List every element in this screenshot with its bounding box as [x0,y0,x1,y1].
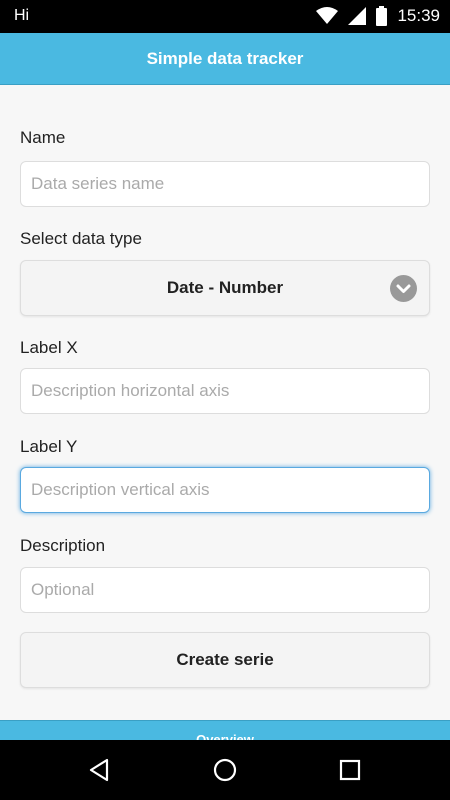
label-y-input[interactable] [20,467,430,513]
tab-overview[interactable]: Overview [0,720,450,740]
tab-overview-label: Overview [196,732,254,740]
data-type-selected-value: Date - Number [166,278,284,297]
label-y-label: Label Y [20,437,78,456]
description-input[interactable] [20,567,430,613]
battery-icon [376,6,388,26]
status-bar: Hi 15:39 [0,0,450,33]
create-series-form: Name Select data type Date - Number Labe… [0,86,450,720]
home-icon[interactable] [210,755,240,785]
status-carrier: Hi [14,7,30,24]
create-series-button[interactable]: Create serie [20,632,430,688]
page-title: Simple data tracker [146,48,304,68]
label-x-input[interactable] [20,368,430,414]
back-icon[interactable] [85,755,115,785]
signal-icon [348,7,367,25]
name-label: Name [20,128,66,147]
navigation-bar [0,740,450,800]
status-time: 15:39 [397,6,440,25]
data-type-select[interactable]: Date - Number [20,260,430,316]
recents-icon[interactable] [335,755,365,785]
name-input[interactable] [20,161,430,207]
status-icons: 15:39 [316,5,440,27]
app-header: Simple data tracker [0,33,450,85]
data-type-label: Select data type [20,229,142,248]
chevron-down-icon [390,275,417,302]
label-x-label: Label X [20,338,78,357]
description-label: Description [20,536,106,555]
wifi-icon [316,7,339,24]
create-series-button-label: Create serie [176,650,274,669]
